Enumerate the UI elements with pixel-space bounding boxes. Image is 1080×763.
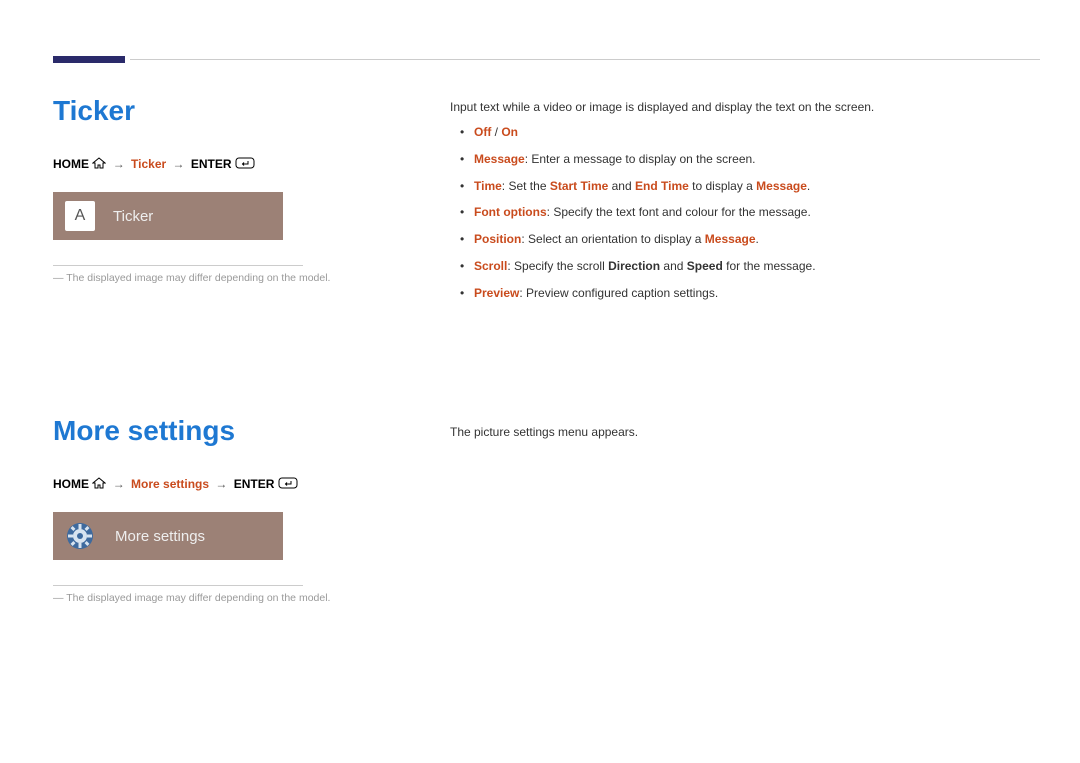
bullet-position: Position: Select an orientation to displ… bbox=[450, 231, 1040, 248]
section-title-ticker: Ticker bbox=[53, 95, 353, 127]
breadcrumb-enter: ENTER bbox=[191, 157, 232, 171]
breadcrumb-ticker-label: Ticker bbox=[131, 157, 166, 171]
t2: : Set the bbox=[502, 179, 550, 193]
accent-bar bbox=[53, 56, 125, 63]
p2: : Select an orientation to display a bbox=[521, 232, 704, 246]
section-ticker-left: Ticker HOME → Ticker → ENTER A Ticker ― … bbox=[53, 95, 353, 284]
bullet-time: Time: Set the Start Time and End Time to… bbox=[450, 178, 1040, 195]
section-title-more: More settings bbox=[53, 415, 353, 447]
model-note-text: The displayed image may differ depending… bbox=[66, 272, 330, 284]
p3: Direction bbox=[608, 259, 660, 273]
tile-icon-letter: A bbox=[65, 201, 95, 231]
ticker-intro: Input text while a video or image is dis… bbox=[450, 100, 1040, 114]
arrow-icon: → bbox=[110, 477, 128, 491]
tile-label: Ticker bbox=[113, 208, 153, 225]
enter-icon bbox=[235, 157, 255, 172]
p1: Position bbox=[474, 232, 521, 246]
txt-rest: : Preview configured caption settings. bbox=[519, 286, 718, 300]
section-ticker-right: Input text while a video or image is dis… bbox=[450, 100, 1040, 312]
home-icon bbox=[92, 157, 106, 172]
enter-icon bbox=[278, 477, 298, 492]
gear-icon bbox=[63, 519, 97, 553]
header-rule bbox=[130, 59, 1040, 60]
txt-lead: Message bbox=[474, 152, 525, 166]
txt-lead: Font options bbox=[474, 205, 547, 219]
t8: . bbox=[807, 179, 810, 193]
more-intro: The picture settings menu appears. bbox=[450, 425, 1040, 439]
arrow-icon: → bbox=[110, 157, 128, 171]
p3: Message bbox=[705, 232, 756, 246]
tile-label: More settings bbox=[115, 528, 205, 545]
t4: and bbox=[608, 179, 635, 193]
breadcrumb-enter: ENTER bbox=[234, 477, 275, 491]
bullet-scroll: Scroll: Specify the scroll Direction and… bbox=[450, 258, 1040, 275]
t3: Start Time bbox=[550, 179, 608, 193]
txt-off: Off bbox=[474, 125, 491, 139]
arrow-icon: → bbox=[170, 157, 188, 171]
p4: and bbox=[660, 259, 687, 273]
model-note: ― The displayed image may differ dependi… bbox=[53, 592, 353, 604]
t7: Message bbox=[756, 179, 807, 193]
arrow-icon: → bbox=[212, 477, 230, 491]
p5: Speed bbox=[687, 259, 723, 273]
t6: to display a bbox=[689, 179, 756, 193]
p4: . bbox=[756, 232, 759, 246]
txt-slash: / bbox=[491, 125, 501, 139]
model-note-text: The displayed image may differ depending… bbox=[66, 592, 330, 604]
txt-rest: : Enter a message to display on the scre… bbox=[525, 152, 756, 166]
t5: End Time bbox=[635, 179, 689, 193]
breadcrumb-more: HOME → More settings → ENTER bbox=[53, 477, 353, 492]
txt-on: On bbox=[501, 125, 518, 139]
p2: : Specify the scroll bbox=[507, 259, 608, 273]
home-icon bbox=[92, 477, 106, 492]
bullet-off-on: Off / On bbox=[450, 124, 1040, 141]
t1: Time bbox=[474, 179, 502, 193]
breadcrumb-ticker: HOME → Ticker → ENTER bbox=[53, 157, 353, 172]
bullet-message: Message: Enter a message to display on t… bbox=[450, 151, 1040, 168]
p1: Scroll bbox=[474, 259, 507, 273]
ticker-bullets: Off / On Message: Enter a message to dis… bbox=[450, 124, 1040, 302]
bullet-font: Font options: Specify the text font and … bbox=[450, 204, 1040, 221]
breadcrumb-home: HOME bbox=[53, 477, 89, 491]
breadcrumb-more-label: More settings bbox=[131, 477, 209, 491]
p6: for the message. bbox=[723, 259, 816, 273]
txt-rest: : Specify the text font and colour for t… bbox=[547, 205, 811, 219]
section-more-right: The picture settings menu appears. bbox=[450, 425, 1040, 443]
bullet-preview: Preview: Preview configured caption sett… bbox=[450, 285, 1040, 302]
tile-ticker: A Ticker bbox=[53, 192, 283, 240]
txt-lead: Preview bbox=[474, 286, 519, 300]
breadcrumb-home: HOME bbox=[53, 157, 89, 171]
divider bbox=[53, 265, 303, 266]
tile-more: More settings bbox=[53, 512, 283, 560]
section-more-left: More settings HOME → More settings → ENT… bbox=[53, 415, 353, 604]
model-note: ― The displayed image may differ dependi… bbox=[53, 272, 353, 284]
divider bbox=[53, 585, 303, 586]
